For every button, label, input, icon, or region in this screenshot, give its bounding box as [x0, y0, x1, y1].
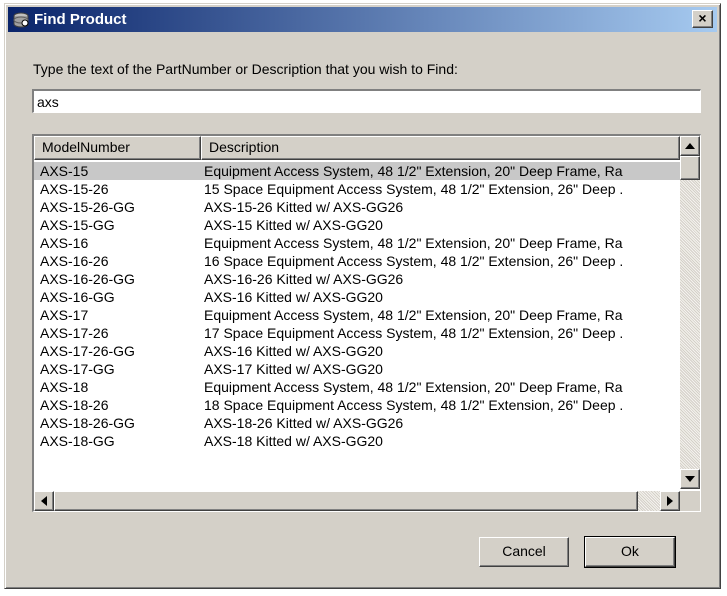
find-product-dialog: Find Product × Type the text of the Part…: [4, 3, 721, 589]
description-cell: Equipment Access System, 48 1/2" Extensi…: [204, 163, 623, 179]
description-cell: AXS-18 Kitted w/ AXS-GG20: [204, 433, 383, 449]
column-header-description[interactable]: Description: [201, 136, 680, 160]
model-number-cell: AXS-17-GG: [40, 361, 115, 377]
description-cell: 18 Space Equipment Access System, 48 1/2…: [204, 397, 624, 413]
model-number-cell: AXS-16-26-GG: [40, 271, 135, 287]
table-row[interactable]: AXS-16-GG AXS-16 Kitted w/ AXS-GG20: [34, 288, 680, 306]
vertical-scrollbar[interactable]: [680, 136, 700, 489]
model-number-cell: AXS-15-26-GG: [40, 199, 135, 215]
scroll-down-button[interactable]: [680, 469, 700, 489]
description-cell: Equipment Access System, 48 1/2" Extensi…: [204, 235, 623, 251]
description-cell: 17 Space Equipment Access System, 48 1/2…: [204, 325, 624, 341]
description-cell: AXS-15 Kitted w/ AXS-GG20: [204, 217, 383, 233]
table-row[interactable]: AXS-17 Equipment Access System, 48 1/2" E…: [34, 306, 680, 324]
close-icon: ×: [698, 10, 707, 26]
window-title: Find Product: [34, 11, 127, 28]
description-cell: 16 Space Equipment Access System, 48 1/2…: [204, 253, 624, 269]
table-row[interactable]: AXS-18-26 18 Space Equipment Access Syste…: [34, 396, 680, 414]
search-input[interactable]: [32, 89, 701, 113]
description-cell: AXS-18-26 Kitted w/ AXS-GG26: [204, 415, 404, 431]
title-bar[interactable]: Find Product ×: [8, 7, 717, 32]
table-row[interactable]: AXS-18-26-GG AXS-18-26 Kitted w/ AXS-GG26: [34, 414, 680, 432]
model-number-cell: AXS-17-26: [40, 325, 109, 341]
model-number-cell: AXS-18: [40, 379, 89, 395]
model-number-cell: AXS-17: [40, 307, 89, 323]
horizontal-scroll-thumb[interactable]: [54, 491, 638, 511]
table-row[interactable]: AXS-15-26 15 Space Equipment Access Syste…: [34, 180, 680, 198]
arrow-down-icon: [685, 476, 695, 482]
model-number-cell: AXS-16-GG: [40, 289, 115, 305]
scrollbar-corner: [680, 491, 700, 511]
arrow-left-icon: [41, 496, 47, 506]
table-row[interactable]: AXS-15-GG AXS-15 Kitted w/ AXS-GG20: [34, 216, 680, 234]
model-number-cell: AXS-18-26: [40, 397, 109, 413]
model-number-cell: AXS-15-26: [40, 181, 109, 197]
model-number-cell: AXS-18-GG: [40, 433, 115, 449]
table-row[interactable]: AXS-15-26-GG AXS-15-26 Kitted w/ AXS-GG26: [34, 198, 680, 216]
table-row[interactable]: AXS-18 Equipment Access System, 48 1/2" E…: [34, 378, 680, 396]
arrow-right-icon: [667, 496, 673, 506]
search-prompt-label: Type the text of the PartNumber or Descr…: [33, 61, 458, 77]
horizontal-scrollbar[interactable]: [34, 491, 680, 511]
column-header-modelnumber[interactable]: ModelNumber: [34, 136, 201, 160]
list-rows: AXS-15 Equipment Access System, 48 1/2" E…: [34, 162, 680, 450]
scroll-left-button[interactable]: [34, 491, 54, 511]
description-cell: 15 Space Equipment Access System, 48 1/2…: [204, 181, 624, 197]
vertical-scroll-thumb[interactable]: [680, 156, 700, 180]
product-db-icon: [13, 12, 29, 28]
model-number-cell: AXS-17-26-GG: [40, 343, 135, 359]
model-number-cell: AXS-16: [40, 235, 89, 251]
table-row[interactable]: AXS-16-26-GG AXS-16-26 Kitted w/ AXS-GG26: [34, 270, 680, 288]
table-row[interactable]: AXS-17-26-GG AXS-16 Kitted w/ AXS-GG20: [34, 342, 680, 360]
model-number-cell: AXS-15-GG: [40, 217, 115, 233]
table-row[interactable]: AXS-17-26 17 Space Equipment Access Syste…: [34, 324, 680, 342]
arrow-up-icon: [685, 143, 695, 149]
table-row[interactable]: AXS-16-26 16 Space Equipment Access Syste…: [34, 252, 680, 270]
model-number-cell: AXS-18-26-GG: [40, 415, 135, 431]
table-row[interactable]: AXS-17-GG AXS-17 Kitted w/ AXS-GG20: [34, 360, 680, 378]
ok-button[interactable]: Ok: [584, 536, 676, 568]
description-cell: AXS-15-26 Kitted w/ AXS-GG26: [204, 199, 404, 215]
description-cell: AXS-16 Kitted w/ AXS-GG20: [204, 343, 383, 359]
scroll-right-button[interactable]: [660, 491, 680, 511]
table-row[interactable]: AXS-18-GG AXS-18 Kitted w/ AXS-GG20: [34, 432, 680, 450]
description-cell: AXS-16-26 Kitted w/ AXS-GG26: [204, 271, 404, 287]
model-number-cell: AXS-16-26: [40, 253, 109, 269]
table-row[interactable]: AXS-16 Equipment Access System, 48 1/2" E…: [34, 234, 680, 252]
scroll-up-button[interactable]: [680, 136, 700, 156]
product-list-view[interactable]: ModelNumber Description AXS-15 Equipment …: [32, 134, 701, 512]
description-cell: Equipment Access System, 48 1/2" Extensi…: [204, 307, 623, 323]
description-cell: AXS-16 Kitted w/ AXS-GG20: [204, 289, 383, 305]
list-header: ModelNumber Description: [34, 136, 680, 160]
table-row[interactable]: AXS-15 Equipment Access System, 48 1/2" E…: [34, 162, 680, 180]
cancel-button[interactable]: Cancel: [479, 537, 569, 567]
description-cell: AXS-17 Kitted w/ AXS-GG20: [204, 361, 383, 377]
model-number-cell: AXS-15: [40, 163, 89, 179]
close-button[interactable]: ×: [692, 10, 713, 28]
description-cell: Equipment Access System, 48 1/2" Extensi…: [204, 379, 623, 395]
